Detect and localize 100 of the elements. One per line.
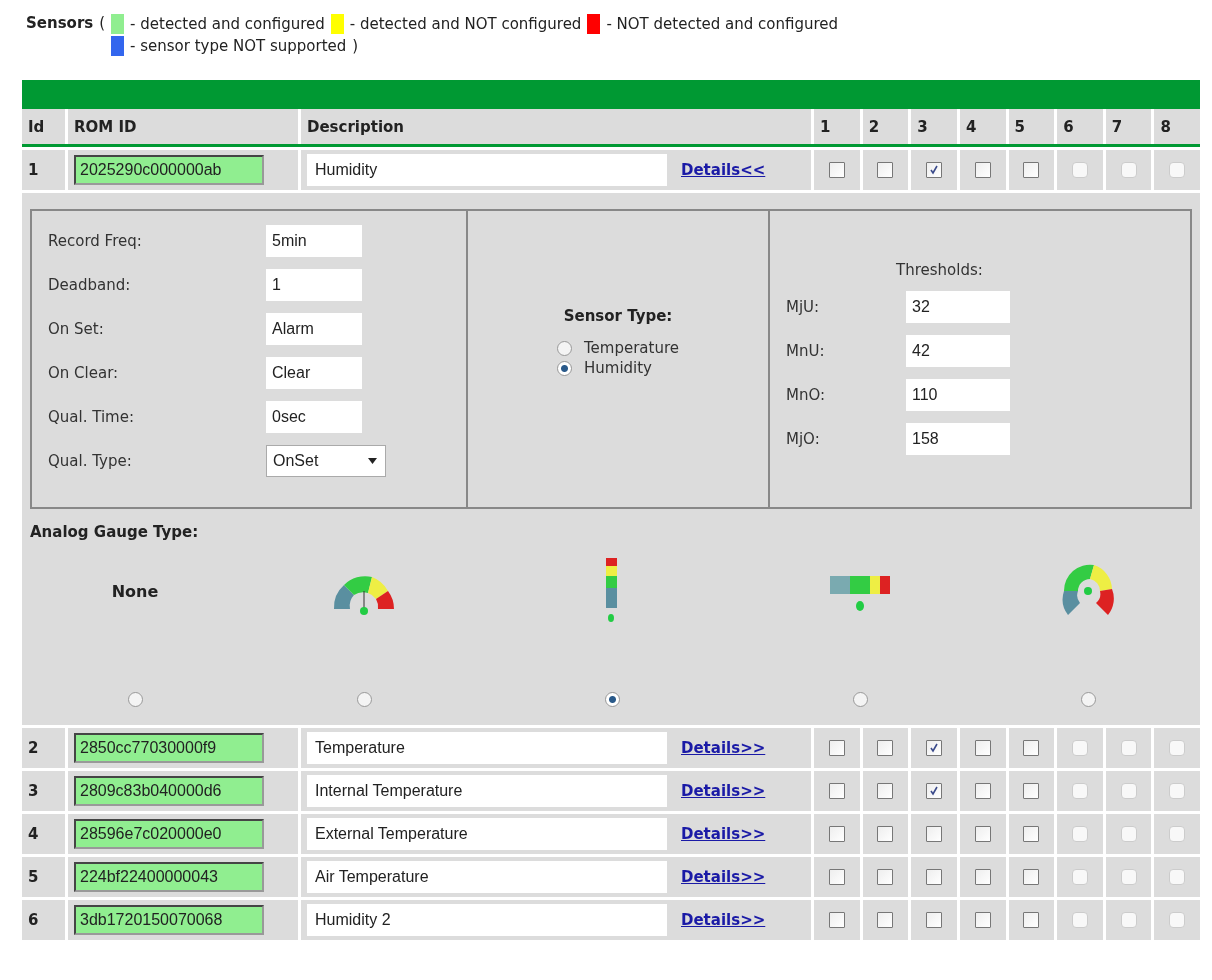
- setting-field[interactable]: Clear: [266, 357, 362, 389]
- checkbox[interactable]: [877, 912, 894, 928]
- checkbox[interactable]: [877, 869, 894, 885]
- description-field[interactable]: Internal Temperature: [307, 775, 667, 807]
- checkbox[interactable]: [828, 162, 845, 178]
- checkbox[interactable]: [1023, 740, 1040, 756]
- radio-label: Temperature: [584, 339, 679, 357]
- radio-button[interactable]: [1080, 692, 1096, 707]
- checkbox[interactable]: [1120, 869, 1137, 885]
- column-header: 6: [1057, 109, 1103, 144]
- checkbox[interactable]: [1071, 826, 1088, 842]
- setting-label: On Set:: [48, 319, 105, 340]
- details-link[interactable]: Details<<: [681, 161, 766, 179]
- checkbox[interactable]: [926, 783, 943, 799]
- checkbox[interactable]: [1169, 783, 1186, 799]
- rom-id-field[interactable]: 2025290c000000ab: [74, 155, 264, 185]
- radio-button[interactable]: [852, 692, 868, 707]
- checkbox[interactable]: [1169, 162, 1186, 178]
- radio-button[interactable]: [557, 340, 572, 356]
- checkbox[interactable]: [926, 740, 943, 756]
- checkbox[interactable]: [877, 783, 894, 799]
- checkbox[interactable]: [974, 783, 991, 799]
- threshold-label: MjU:: [786, 297, 821, 318]
- checkbox[interactable]: [828, 912, 845, 928]
- paren: ): [352, 37, 359, 55]
- radio-button[interactable]: [557, 360, 572, 376]
- details-link[interactable]: Details>>: [681, 911, 766, 929]
- threshold-field[interactable]: 32: [906, 291, 1010, 323]
- rom-id-field[interactable]: 2809c83b040000d6: [74, 776, 264, 806]
- checkbox[interactable]: [1120, 740, 1137, 756]
- checkbox[interactable]: [828, 826, 845, 842]
- description-field[interactable]: Temperature: [307, 732, 667, 764]
- rom-id-field[interactable]: 224bf22400000043: [74, 862, 264, 892]
- checkbox[interactable]: [926, 162, 943, 178]
- radio-button[interactable]: [356, 692, 372, 707]
- checkbox[interactable]: [1071, 740, 1088, 756]
- checkbox[interactable]: [1169, 826, 1186, 842]
- setting-field[interactable]: Alarm: [266, 313, 362, 345]
- checkbox[interactable]: [1169, 869, 1186, 885]
- column-header: ROM ID: [68, 109, 298, 144]
- threshold-field[interactable]: 42: [906, 335, 1010, 367]
- checkbox[interactable]: [1120, 162, 1137, 178]
- checkbox[interactable]: [1023, 912, 1040, 928]
- checkbox[interactable]: [926, 869, 943, 885]
- checkbox[interactable]: [828, 869, 845, 885]
- rom-id-field[interactable]: 2850cc77030000f9: [74, 733, 264, 763]
- details-link[interactable]: Details>>: [681, 739, 766, 757]
- checkbox[interactable]: [1120, 783, 1137, 799]
- description-field[interactable]: Humidity 2: [307, 904, 667, 936]
- threshold-field[interactable]: 110: [906, 379, 1010, 411]
- threshold-field[interactable]: 158: [906, 423, 1010, 455]
- setting-field[interactable]: 0sec: [266, 401, 362, 433]
- rom-id-field[interactable]: 3db1720150070068: [74, 905, 264, 935]
- setting-label: Qual. Time:: [48, 407, 135, 428]
- caret-icon: [368, 458, 377, 464]
- sensors-title: Sensors: [26, 14, 94, 32]
- checkbox[interactable]: [877, 826, 894, 842]
- qual-type-dropdown[interactable]: OnSet: [266, 445, 386, 477]
- checkbox[interactable]: [1023, 162, 1040, 178]
- column-header: 5: [1008, 109, 1055, 144]
- checkbox[interactable]: [877, 740, 894, 756]
- checkbox[interactable]: [974, 912, 991, 928]
- checkbox[interactable]: [974, 162, 991, 178]
- description-field[interactable]: External Temperature: [307, 818, 667, 850]
- description-field[interactable]: Air Temperature: [307, 861, 667, 893]
- legend-text: - detected and configured: [130, 15, 325, 33]
- checkbox[interactable]: [1120, 826, 1137, 842]
- checkbox[interactable]: [1071, 912, 1088, 928]
- description-field[interactable]: Humidity: [307, 154, 667, 186]
- radio-button[interactable]: [127, 692, 143, 707]
- checkbox[interactable]: [974, 869, 991, 885]
- checkbox[interactable]: [1023, 826, 1040, 842]
- checkbox[interactable]: [1023, 783, 1040, 799]
- details-link[interactable]: Details>>: [681, 825, 766, 843]
- checkbox[interactable]: [1071, 162, 1088, 178]
- checkbox[interactable]: [877, 162, 894, 178]
- setting-label: Deadband:: [48, 275, 132, 296]
- checkbox[interactable]: [828, 783, 845, 799]
- rom-id-field[interactable]: 28596e7c020000e0: [74, 819, 264, 849]
- setting-field[interactable]: 1: [266, 269, 362, 301]
- details-link[interactable]: Details>>: [681, 868, 766, 886]
- checkbox[interactable]: [1120, 912, 1137, 928]
- checkbox[interactable]: [1071, 869, 1088, 885]
- checkbox[interactable]: [1169, 912, 1186, 928]
- radio-button[interactable]: [604, 692, 620, 707]
- checkbox[interactable]: [1071, 783, 1088, 799]
- thresholds-label: Thresholds:: [896, 261, 984, 279]
- checkbox[interactable]: [926, 826, 943, 842]
- id-cell: 3: [22, 771, 65, 811]
- checkbox[interactable]: [974, 740, 991, 756]
- none-label: None: [111, 581, 159, 601]
- checkbox[interactable]: [1169, 740, 1186, 756]
- legend-text: - detected and NOT configured: [349, 15, 582, 33]
- checkbox[interactable]: [828, 740, 845, 756]
- details-link[interactable]: Details>>: [681, 782, 766, 800]
- threshold-label: MnO:: [786, 385, 827, 406]
- checkbox[interactable]: [926, 912, 943, 928]
- checkbox[interactable]: [974, 826, 991, 842]
- checkbox[interactable]: [1023, 869, 1040, 885]
- setting-field[interactable]: 5min: [266, 225, 362, 257]
